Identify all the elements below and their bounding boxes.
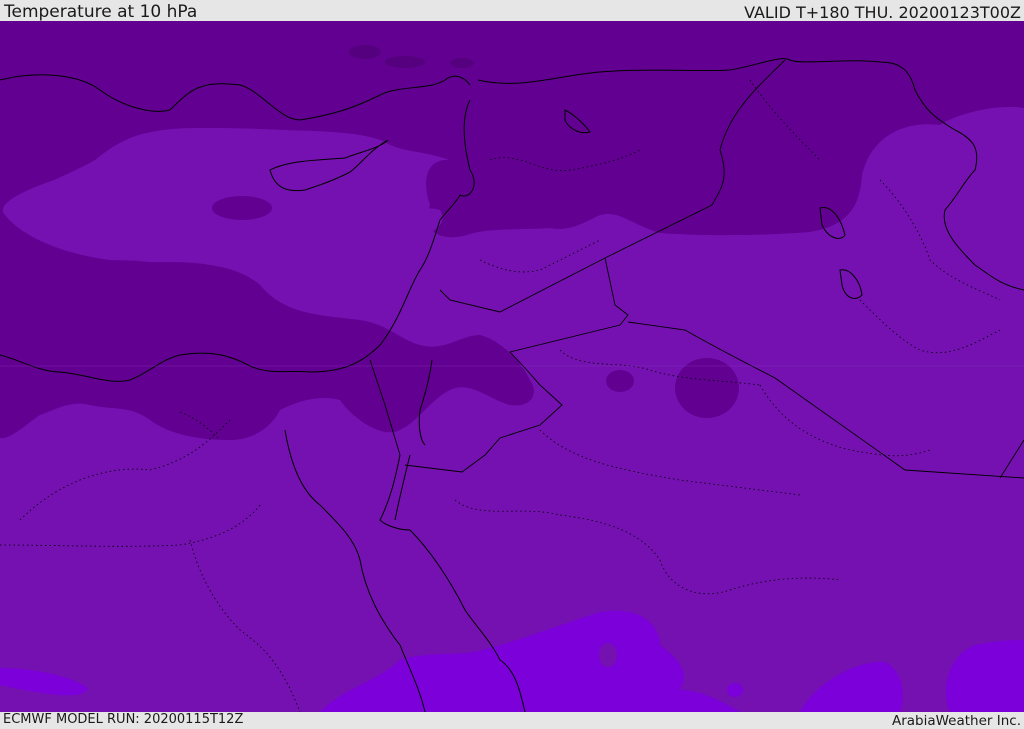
footer-bar: ECMWF MODEL RUN: 20200115T12Z ArabiaWeat… bbox=[0, 712, 1024, 729]
cold-blob-6 bbox=[450, 58, 474, 68]
warm-blob-2 bbox=[727, 683, 743, 697]
warm-blob-1 bbox=[599, 643, 617, 667]
cold-blob-3 bbox=[675, 358, 739, 418]
cold-blob-4 bbox=[349, 45, 381, 59]
cold-blob-1 bbox=[212, 196, 272, 220]
valid-time: VALID T+180 THU. 20200123T00Z bbox=[744, 3, 1021, 22]
header-bar: Temperature at 10 hPa VALID T+180 THU. 2… bbox=[0, 0, 1024, 22]
cold-blob-2 bbox=[606, 370, 634, 392]
map-title: Temperature at 10 hPa bbox=[4, 2, 198, 22]
temperature-map[interactable] bbox=[0, 21, 1024, 712]
credit: ArabiaWeather Inc. bbox=[891, 713, 1021, 729]
model-run: ECMWF MODEL RUN: 20200115T12Z bbox=[3, 712, 244, 727]
cold-blob-5 bbox=[385, 56, 425, 68]
